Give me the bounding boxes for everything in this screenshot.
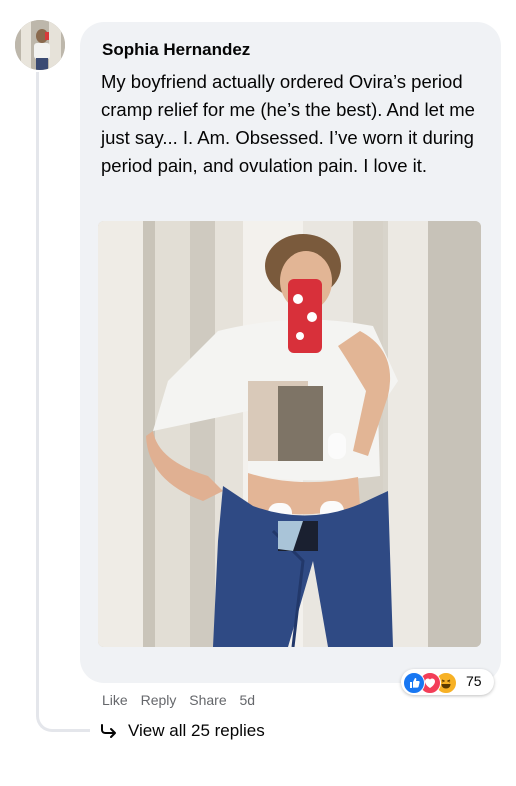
reply-arrow-icon: [101, 724, 116, 738]
reply-link[interactable]: Reply: [141, 692, 177, 708]
comment-actions: Like Reply Share 5d: [102, 692, 264, 708]
reactions-summary[interactable]: 75: [401, 669, 494, 695]
avatar-photo-icon: [15, 20, 65, 70]
comment-photo[interactable]: [98, 221, 481, 647]
comment-timestamp[interactable]: 5d: [240, 692, 256, 708]
like-link[interactable]: Like: [102, 692, 128, 708]
comment-text: My boyfriend actually ordered Ovira’s pe…: [101, 71, 475, 176]
view-replies-link[interactable]: View all 25 replies: [100, 721, 265, 741]
share-link[interactable]: Share: [189, 692, 226, 708]
reaction-count: 75: [466, 673, 482, 689]
like-icon: [403, 672, 425, 694]
view-replies-label[interactable]: View all 25 replies: [128, 721, 265, 741]
photo-of-woman-wearing-tens-device: [98, 221, 481, 647]
avatar[interactable]: [15, 20, 65, 70]
comment-author[interactable]: Sophia Hernandez: [102, 40, 250, 60]
